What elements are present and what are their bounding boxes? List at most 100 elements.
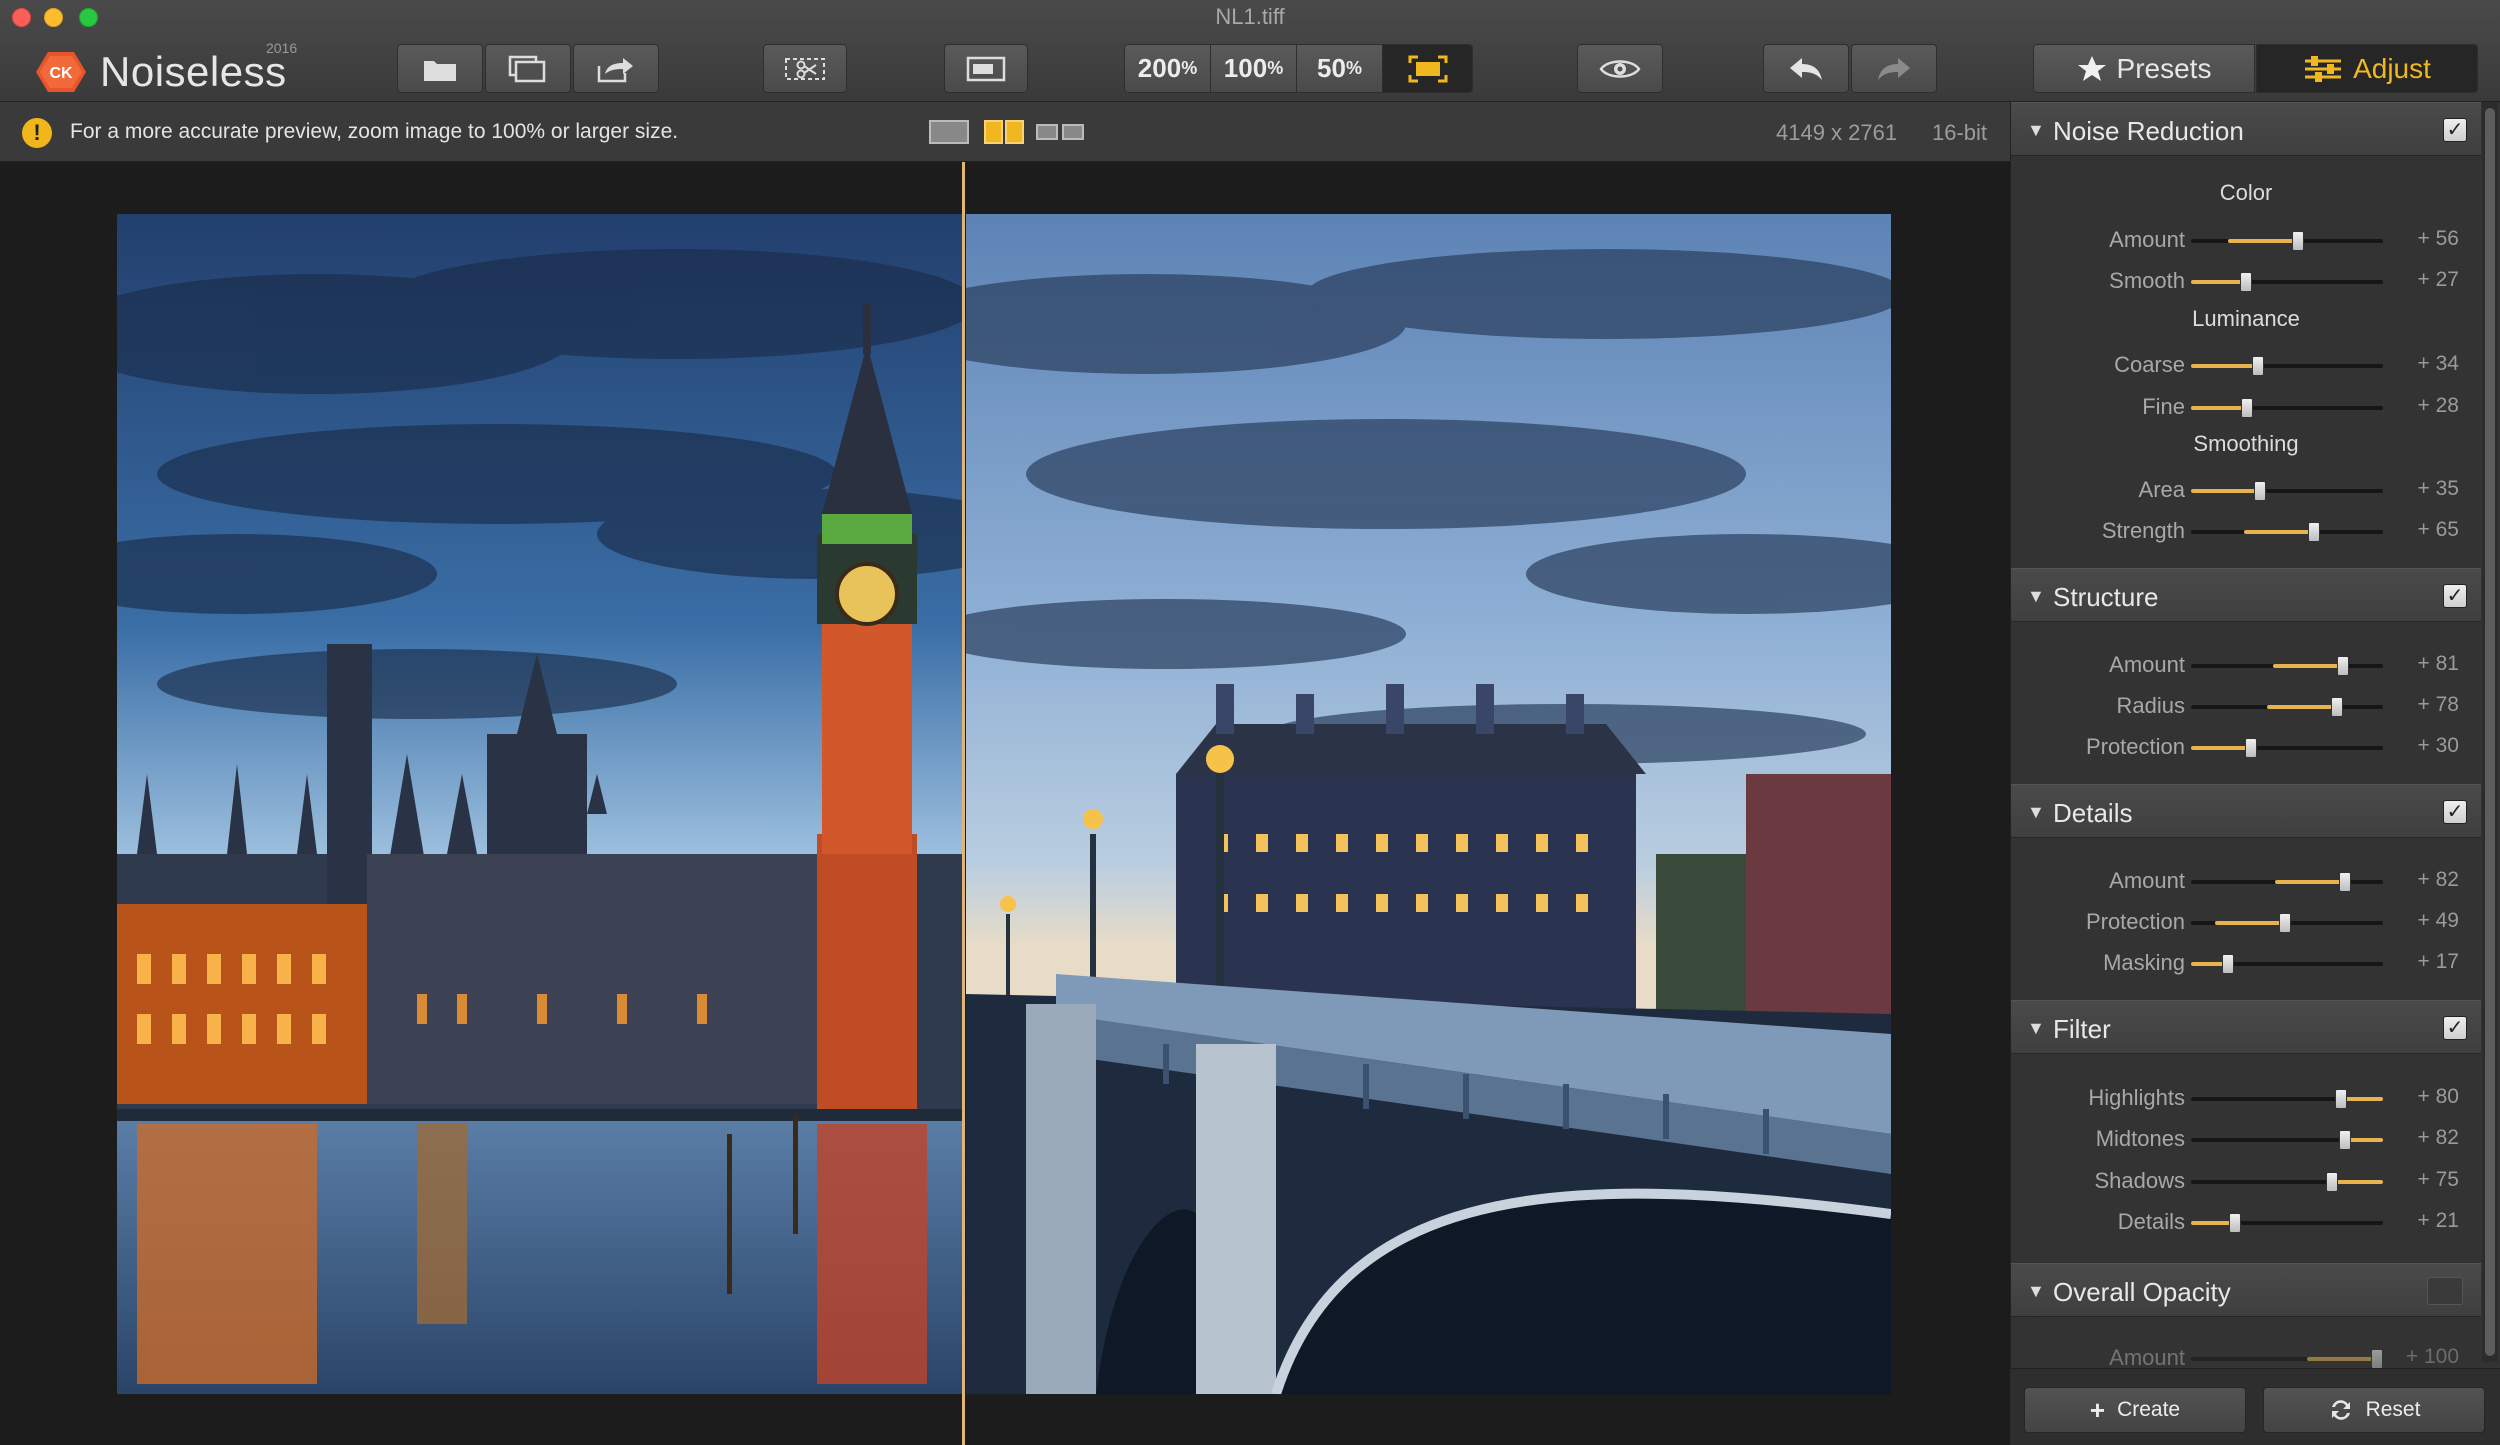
- open-button[interactable]: [397, 44, 483, 93]
- slider-knob[interactable]: [2254, 481, 2266, 501]
- panel-scrollbar[interactable]: [2482, 102, 2498, 1362]
- slider-fill: [2267, 705, 2337, 709]
- slider-details-protection[interactable]: Protection + 49: [2011, 906, 2481, 936]
- export-button[interactable]: [573, 44, 659, 93]
- collapse-triangle-icon[interactable]: ▼: [2027, 120, 2045, 141]
- slider-track[interactable]: [2191, 272, 2383, 292]
- section-title: Filter: [2053, 1014, 2111, 1044]
- preview-button[interactable]: [1577, 44, 1663, 93]
- slider-value: + 75: [2417, 1168, 2459, 1191]
- slider-nr-amount[interactable]: Amount + 56: [2011, 224, 2481, 254]
- adjust-tab[interactable]: Adjust: [2256, 44, 2478, 93]
- slider-knob[interactable]: [2241, 398, 2253, 418]
- zoom-200-button[interactable]: 200%: [1125, 45, 1211, 92]
- zoom-50-unit: %: [1345, 58, 1362, 78]
- slider-knob[interactable]: [2339, 1130, 2351, 1150]
- section-details[interactable]: ▼ Details ✓: [2011, 784, 2481, 838]
- redo-button[interactable]: [1851, 44, 1937, 93]
- batch-button[interactable]: [485, 44, 571, 93]
- slider-structure-protection[interactable]: Protection + 30: [2011, 731, 2481, 761]
- slider-knob[interactable]: [2222, 954, 2234, 974]
- slider-knob[interactable]: [2371, 1349, 2383, 1369]
- slider-track[interactable]: [2191, 1349, 2383, 1369]
- slider-details-amount[interactable]: Amount + 82: [2011, 865, 2481, 895]
- slider-structure-amount[interactable]: Amount + 81: [2011, 649, 2481, 679]
- slider-knob[interactable]: [2308, 522, 2320, 542]
- create-preset-button[interactable]: + Create: [2024, 1387, 2246, 1433]
- slider-filter-highlights[interactable]: Highlights + 80: [2011, 1082, 2481, 1112]
- filter-checkbox[interactable]: ✓: [2443, 1016, 2467, 1040]
- slider-track[interactable]: [2191, 1172, 2383, 1192]
- slider-structure-radius[interactable]: Radius + 78: [2011, 690, 2481, 720]
- compare-split-button[interactable]: [763, 44, 847, 93]
- compare-divider-handle[interactable]: [962, 162, 965, 1445]
- noise-reduction-checkbox[interactable]: ✓: [2443, 118, 2467, 142]
- slider-track[interactable]: [2191, 656, 2383, 676]
- slider-knob[interactable]: [2326, 1172, 2338, 1192]
- app-name: Noiseless: [100, 48, 287, 95]
- slider-track[interactable]: [2191, 913, 2383, 933]
- single-view-button[interactable]: [944, 44, 1028, 93]
- slider-knob[interactable]: [2279, 913, 2291, 933]
- slider-track[interactable]: [2191, 954, 2383, 974]
- slider-label: Masking: [2103, 950, 2185, 975]
- slider-track[interactable]: [2191, 1089, 2383, 1109]
- slider-track[interactable]: [2191, 1130, 2383, 1150]
- slider-track[interactable]: [2191, 697, 2383, 717]
- view-side-by-side-icon[interactable]: [1035, 118, 1087, 146]
- slider-track[interactable]: [2191, 398, 2383, 418]
- view-split-icon[interactable]: [983, 118, 1025, 146]
- slider-label: Amount: [2109, 868, 2185, 893]
- slider-track[interactable]: [2191, 481, 2383, 501]
- slider-knob[interactable]: [2240, 272, 2252, 292]
- slider-nr-smooth[interactable]: Smooth + 27: [2011, 265, 2481, 295]
- collapse-triangle-icon[interactable]: ▼: [2027, 586, 2045, 607]
- slider-track[interactable]: [2191, 738, 2383, 758]
- overall-opacity-toggle[interactable]: [2427, 1277, 2463, 1305]
- slider-track[interactable]: [2191, 522, 2383, 542]
- slider-nr-area[interactable]: Area + 35: [2011, 474, 2481, 504]
- presets-label: Presets: [2116, 52, 2212, 84]
- collapse-triangle-icon[interactable]: ▼: [2027, 802, 2045, 823]
- slider-knob[interactable]: [2339, 872, 2351, 892]
- slider-knob[interactable]: [2252, 356, 2264, 376]
- slider-knob[interactable]: [2292, 231, 2304, 251]
- slider-nr-coarse[interactable]: Coarse + 34: [2011, 349, 2481, 379]
- collapse-triangle-icon[interactable]: ▼: [2027, 1018, 2045, 1039]
- scrollbar-thumb[interactable]: [2485, 108, 2495, 1356]
- section-overall-opacity[interactable]: ▼ Overall Opacity: [2011, 1263, 2481, 1317]
- reset-button[interactable]: Reset: [2263, 1387, 2485, 1433]
- zoom-100-button[interactable]: 100%: [1211, 45, 1297, 92]
- view-single-icon[interactable]: [928, 118, 970, 146]
- slider-track[interactable]: [2191, 872, 2383, 892]
- slider-track[interactable]: [2191, 1213, 2383, 1233]
- section-title: Details: [2053, 798, 2133, 828]
- slider-track[interactable]: [2191, 231, 2383, 251]
- subhead-label: Smoothing: [2193, 431, 2299, 456]
- slider-knob[interactable]: [2337, 656, 2349, 676]
- slider-knob[interactable]: [2335, 1089, 2347, 1109]
- section-filter[interactable]: ▼ Filter ✓: [2011, 1000, 2481, 1054]
- section-noise-reduction[interactable]: ▼ Noise Reduction ✓: [2011, 102, 2481, 156]
- slider-nr-strength[interactable]: Strength + 65: [2011, 515, 2481, 545]
- slider-knob[interactable]: [2331, 697, 2343, 717]
- section-structure[interactable]: ▼ Structure ✓: [2011, 568, 2481, 622]
- slider-filter-details[interactable]: Details + 21: [2011, 1206, 2481, 1236]
- collapse-triangle-icon[interactable]: ▼: [2027, 1281, 2045, 1302]
- slider-nr-fine[interactable]: Fine + 28: [2011, 391, 2481, 421]
- slider-label: Smooth: [2109, 268, 2185, 293]
- undo-button[interactable]: [1763, 44, 1849, 93]
- slider-details-masking[interactable]: Masking + 17: [2011, 947, 2481, 977]
- details-checkbox[interactable]: ✓: [2443, 800, 2467, 824]
- slider-track[interactable]: [2191, 356, 2383, 376]
- title-toolbar: NL1.tiff CK Noiseless 2016 200% 100% 50%: [0, 0, 2500, 102]
- presets-tab[interactable]: Presets: [2033, 44, 2255, 93]
- slider-knob[interactable]: [2245, 738, 2257, 758]
- slider-filter-shadows[interactable]: Shadows + 75: [2011, 1165, 2481, 1195]
- zoom-100-label: 100: [1223, 53, 1268, 83]
- slider-filter-midtones[interactable]: Midtones + 82: [2011, 1123, 2481, 1153]
- fit-screen-button[interactable]: [1383, 45, 1472, 92]
- structure-checkbox[interactable]: ✓: [2443, 584, 2467, 608]
- slider-knob[interactable]: [2229, 1213, 2241, 1233]
- zoom-50-button[interactable]: 50%: [1297, 45, 1383, 92]
